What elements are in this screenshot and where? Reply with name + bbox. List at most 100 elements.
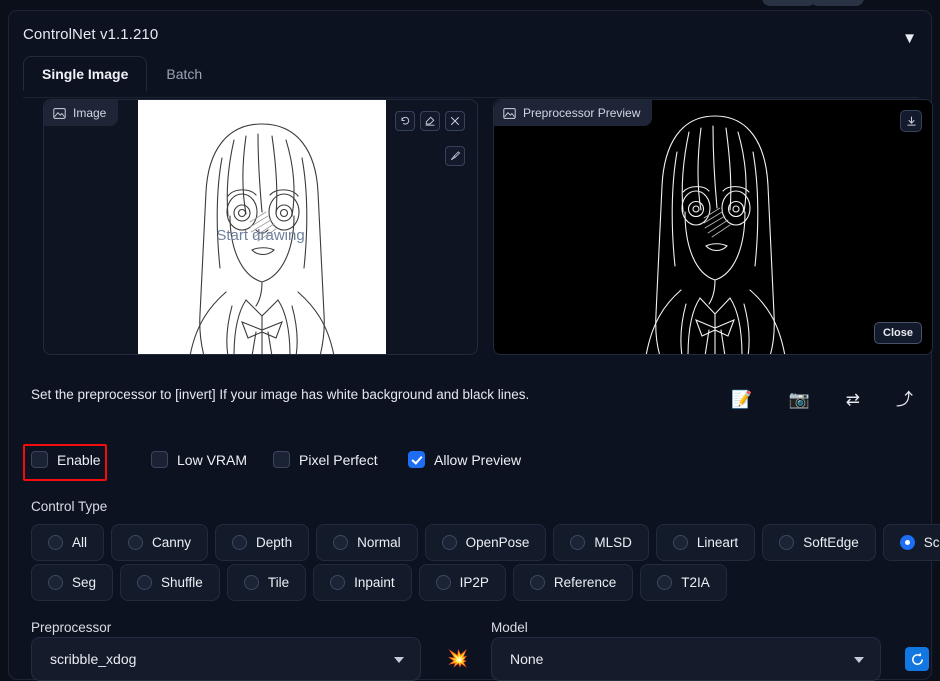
control-type-canny-label: Canny [152, 535, 192, 550]
control-type-tile[interactable]: Tile [226, 564, 307, 601]
radio-all[interactable] [48, 535, 63, 550]
radio-inpaint[interactable] [330, 575, 346, 590]
input-artwork [189, 123, 335, 354]
radio-scribble[interactable] [899, 535, 915, 550]
open-new-canvas-icon[interactable]: 📝 [731, 391, 752, 408]
control-type-canny[interactable]: Canny [111, 524, 209, 561]
radio-normal[interactable] [333, 535, 349, 550]
radio-seg[interactable] [48, 575, 63, 590]
checkbox-low-vram[interactable]: Low VRAM [151, 451, 273, 468]
control-type-scribble[interactable]: Scribble [882, 524, 940, 561]
undo-button[interactable] [395, 111, 415, 131]
checkbox-low-vram-label: Low VRAM [177, 451, 248, 468]
top-partial-button-2[interactable] [810, 0, 864, 6]
tab-divider [23, 97, 919, 98]
preprocessor-select[interactable]: scribble_xdog [31, 637, 421, 681]
preprocessor-hint: Set the preprocessor to [invert] If your… [31, 387, 530, 402]
control-type-openpose-label: OpenPose [465, 535, 530, 550]
control-type-row-1: All Canny Depth Normal OpenPose MLSD Lin… [31, 524, 940, 561]
input-canvas[interactable] [138, 100, 386, 354]
allow-preview-checkbox-box[interactable] [408, 451, 425, 468]
radio-openpose[interactable] [441, 535, 457, 550]
mirror-webcam-icon[interactable]: ⇄ [846, 391, 860, 408]
low-vram-checkbox-box[interactable] [151, 451, 168, 468]
input-image-tag: Image [44, 100, 119, 126]
control-type-t2ia-label: T2IA [681, 575, 710, 590]
tab-batch[interactable]: Batch [147, 56, 221, 91]
radio-softedge[interactable] [779, 535, 795, 550]
checkbox-enable-label: Enable [57, 451, 101, 468]
refresh-icon [911, 652, 923, 665]
checkbox-enable[interactable]: Enable [31, 451, 151, 468]
webcam-icon[interactable]: 📷 [789, 391, 810, 408]
radio-mlsd[interactable] [570, 535, 586, 550]
control-type-depth-label: Depth [256, 535, 293, 550]
control-type-reference-label: Reference [553, 575, 617, 590]
remove-image-button[interactable] [445, 111, 465, 131]
radio-depth[interactable] [232, 535, 248, 550]
checkbox-pixel-perfect-label: Pixel Perfect [299, 451, 378, 468]
enable-checkbox-box[interactable] [31, 451, 48, 468]
control-type-scribble-label: Scribble [923, 535, 940, 550]
radio-canny[interactable] [128, 535, 144, 550]
controlnet-panel: ControlNet v1.1.210 ▼ Single Image Batch [8, 10, 940, 681]
control-type-mlsd[interactable]: MLSD [553, 524, 649, 561]
send-dimensions-icon[interactable]: ⤴ [896, 391, 913, 408]
radio-lineart[interactable] [672, 535, 688, 550]
control-type-ip2p[interactable]: IP2P [418, 564, 506, 601]
radio-reference[interactable] [529, 575, 545, 590]
control-type-lineart-label: Lineart [696, 535, 739, 550]
control-type-inpaint[interactable]: Inpaint [313, 564, 412, 601]
control-type-ip2p-label: IP2P [459, 575, 489, 590]
input-image-box[interactable]: Start drawing Image [43, 99, 478, 355]
control-type-all[interactable]: All [31, 524, 105, 561]
checkbox-pixel-perfect[interactable]: Pixel Perfect [273, 451, 408, 468]
control-type-reference[interactable]: Reference [512, 564, 634, 601]
checkbox-allow-preview[interactable]: Allow Preview [408, 451, 521, 468]
preprocessor-preview-tag-label: Preprocessor Preview [523, 106, 641, 120]
tab-single-image[interactable]: Single Image [23, 56, 148, 91]
control-type-shuffle-label: Shuffle [161, 575, 203, 590]
input-image-tag-label: Image [73, 106, 107, 120]
control-type-shuffle[interactable]: Shuffle [120, 564, 220, 601]
pixel-perfect-checkbox-box[interactable] [273, 451, 290, 468]
top-partial-button-1[interactable] [762, 0, 816, 6]
download-icon [906, 116, 916, 126]
image-action-icons: 📝 📷 ⇄ ⤴ [731, 391, 913, 408]
preprocessor-preview-box[interactable]: Preprocessor Preview Close [493, 99, 933, 355]
chevron-down-icon[interactable] [394, 657, 404, 663]
radio-t2ia[interactable] [657, 575, 673, 590]
preprocessor-preview-tag: Preprocessor Preview [494, 100, 653, 126]
preprocessor-label: Preprocessor [31, 620, 112, 635]
close-icon [450, 116, 460, 126]
image-icon [503, 107, 516, 120]
checkbox-allow-preview-label: Allow Preview [434, 451, 522, 468]
chevron-down-icon[interactable]: ▼ [902, 31, 917, 46]
close-preview-button[interactable]: Close [874, 322, 922, 344]
brush-button[interactable] [445, 146, 465, 166]
preview-canvas [597, 100, 834, 354]
top-toolbar-partial [0, 0, 940, 8]
control-type-normal-label: Normal [357, 535, 401, 550]
model-select[interactable]: None [491, 637, 881, 681]
control-type-normal[interactable]: Normal [316, 524, 418, 561]
radio-ip2p[interactable] [435, 575, 451, 590]
erase-button[interactable] [420, 111, 440, 131]
options-row: Enable Low VRAM Pixel Perfect Allow Prev… [31, 451, 521, 468]
radio-tile[interactable] [243, 575, 259, 590]
refresh-models-button[interactable] [905, 647, 929, 671]
download-preview-button[interactable] [900, 110, 922, 132]
control-type-seg[interactable]: Seg [31, 564, 114, 601]
control-type-softedge[interactable]: SoftEdge [762, 524, 876, 561]
control-type-openpose[interactable]: OpenPose [424, 524, 547, 561]
preview-artwork [645, 115, 786, 354]
radio-shuffle[interactable] [137, 575, 153, 590]
chevron-down-icon[interactable] [854, 657, 864, 663]
control-type-label: Control Type [31, 499, 108, 514]
control-type-inpaint-label: Inpaint [354, 575, 395, 590]
control-type-t2ia[interactable]: T2IA [640, 564, 727, 601]
explosion-icon[interactable]: 💥 [447, 650, 468, 667]
control-type-row-2: Seg Shuffle Tile Inpaint IP2P Reference … [31, 564, 727, 601]
control-type-depth[interactable]: Depth [215, 524, 310, 561]
control-type-lineart[interactable]: Lineart [655, 524, 756, 561]
